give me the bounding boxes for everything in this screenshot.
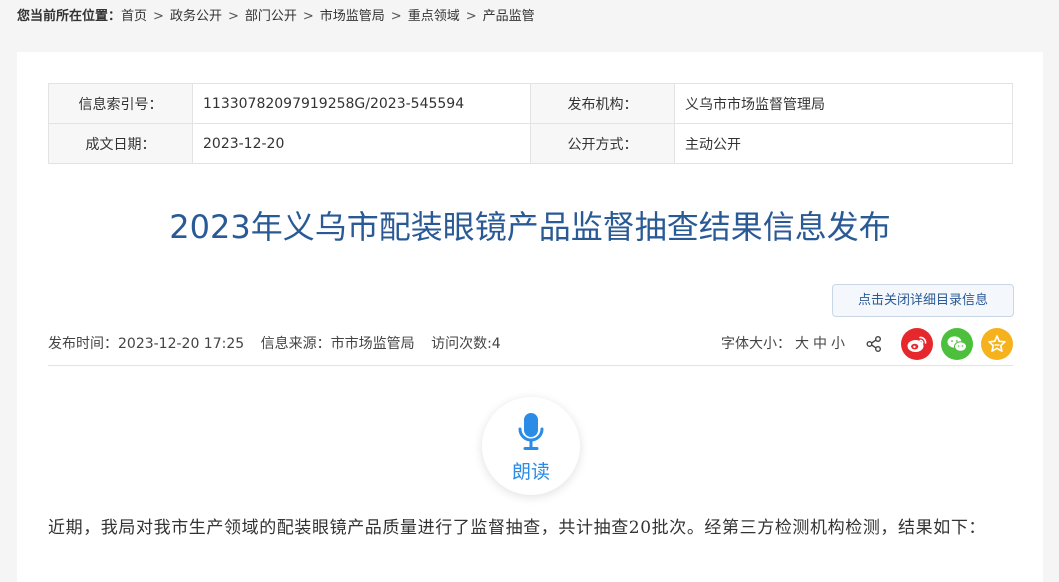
read-aloud-label: 朗读: [511, 461, 550, 483]
index-label: 信息索引号：: [48, 83, 193, 124]
breadcrumb-home[interactable]: 首页: [121, 9, 147, 24]
breadcrumb-government-affairs[interactable]: 政务公开: [170, 9, 222, 24]
disclosure-value: 主动公开: [674, 123, 1013, 164]
font-size-label: 字体大小：: [721, 336, 791, 352]
meta-row: 信息索引号： 11330782097919258G/2023-545594 发布…: [48, 83, 1013, 124]
meta-table: 信息索引号： 11330782097919258G/2023-545594 发布…: [48, 83, 1013, 164]
breadcrumb: 您当前所在位置：首页 > 政务公开 > 部门公开 > 市场监管局 > 重点领域 > 产品监管: [17, 7, 535, 27]
read-aloud-button[interactable]: 朗读: [482, 397, 580, 495]
publisher-label: 发布机构：: [530, 83, 675, 124]
star-icon: [988, 335, 1006, 352]
breadcrumb-separator: >: [465, 9, 477, 24]
weibo-share-button[interactable]: [901, 328, 933, 360]
breadcrumb-separator: >: [227, 9, 239, 24]
publish-time: 发布时间：2023-12-20 17:25: [48, 336, 245, 352]
breadcrumb-separator: >: [153, 9, 164, 24]
breadcrumb-key-areas[interactable]: 重点领域: [408, 9, 460, 24]
weibo-icon: [907, 336, 927, 352]
wechat-icon: [947, 336, 967, 352]
breadcrumb-label: 您当前所在位置：: [17, 9, 122, 24]
font-size-large[interactable]: 大: [795, 336, 809, 352]
divider: [48, 365, 1013, 366]
font-size-medium[interactable]: 中: [813, 336, 827, 352]
disclosure-label: 公开方式：: [530, 123, 675, 164]
article-info-bar: 发布时间：2023-12-20 17:25 信息来源：市市场监管局 访问次数:4…: [48, 328, 1013, 360]
share-icon[interactable]: [865, 335, 883, 353]
wechat-share-button[interactable]: [941, 328, 973, 360]
date-label: 成文日期：: [48, 123, 193, 164]
breadcrumb-separator: >: [302, 9, 314, 24]
breadcrumb-market-bureau[interactable]: 市场监管局: [320, 9, 385, 24]
toggle-catalog-button[interactable]: 点击关闭详细目录信息: [832, 284, 1014, 317]
breadcrumb-product-supervision[interactable]: 产品监管: [483, 9, 535, 24]
meta-row: 成文日期： 2023-12-20 公开方式： 主动公开: [48, 123, 1013, 164]
date-value: 2023-12-20: [192, 123, 531, 164]
index-value: 11330782097919258G/2023-545594: [192, 83, 531, 124]
content-panel: 信息索引号： 11330782097919258G/2023-545594 发布…: [17, 52, 1043, 582]
font-size-small[interactable]: 小: [831, 336, 845, 352]
visit-count: 访问次数:4: [431, 336, 501, 352]
microphone-icon: [518, 413, 544, 450]
breadcrumb-separator: >: [390, 9, 402, 24]
info-source: 信息来源：市市场监管局: [260, 336, 415, 352]
publisher-value: 义乌市市场监督管理局: [674, 83, 1013, 124]
article-title: 2023年义乌市配装眼镜产品监督抽查结果信息发布: [169, 208, 891, 246]
breadcrumb-department[interactable]: 部门公开: [245, 9, 297, 24]
article-body-paragraph: 近期，我局对我市生产领域的配装眼镜产品质量进行了监督抽查，共计抽查20批次。经第…: [48, 518, 987, 538]
favorite-button[interactable]: [981, 328, 1013, 360]
font-size-control: 字体大小：大中小: [721, 330, 845, 358]
